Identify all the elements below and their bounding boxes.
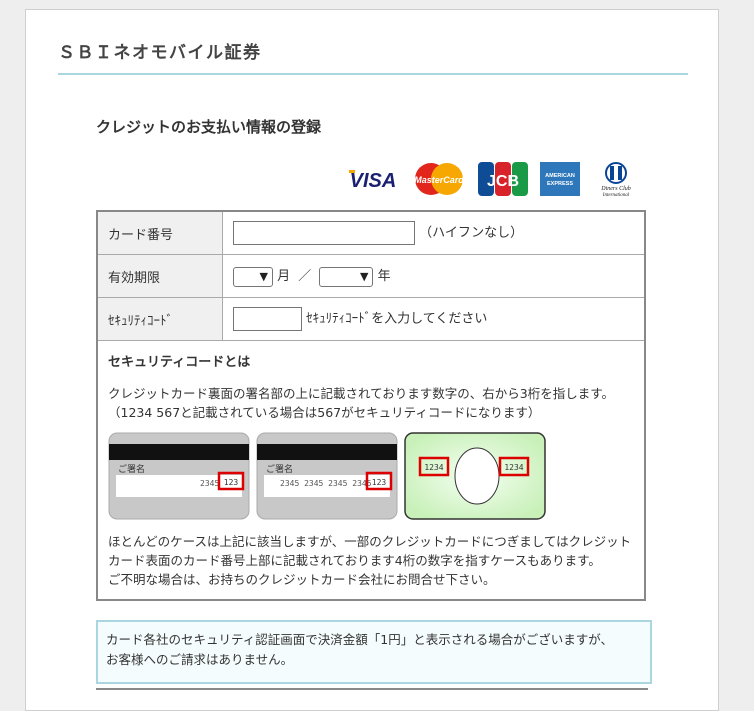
card-example-images: ご署名 2345 123 ご署名 2345 2345 2345 2345 123 bbox=[108, 432, 634, 524]
card-front-amex-example: 1234 1234 bbox=[404, 432, 546, 520]
svg-text:EXPRESS: EXPRESS bbox=[547, 181, 573, 187]
svg-text:123: 123 bbox=[224, 478, 239, 487]
security-info-heading: セキュリティコードとは bbox=[108, 355, 251, 370]
visa-logo: VISA bbox=[349, 170, 397, 192]
date-separator: ／ bbox=[298, 269, 312, 285]
security-code-row: ｾｷｭﾘﾃｨｺｰﾄﾞ ｾｷｭﾘﾃｨｺｰﾄﾞを入力してください bbox=[96, 297, 646, 341]
svg-text:JCB: JCB bbox=[487, 173, 519, 190]
notice-line-2: お客様へのご請求はありません。 bbox=[106, 652, 294, 667]
year-unit: 年 bbox=[377, 269, 391, 285]
expiry-month-select[interactable]: ▼ bbox=[233, 266, 273, 287]
amex-logo: AMERICAN EXPRESS bbox=[540, 162, 580, 196]
diners-club-logo: Diners Club International bbox=[600, 162, 631, 196]
mastercard-logo: MasterCard bbox=[410, 162, 468, 196]
card-number-hint: （ハイフンなし） bbox=[419, 225, 524, 241]
expiry-year-select[interactable]: ▼ bbox=[319, 266, 374, 287]
month-unit: 月 bbox=[277, 269, 291, 285]
svg-text:VISA: VISA bbox=[350, 170, 397, 192]
jcb-logo: JCB bbox=[478, 162, 528, 196]
svg-text:International: International bbox=[602, 193, 630, 196]
chevron-down-icon: ▼ bbox=[359, 269, 369, 283]
page-title: クレジットのお支払い情報の登録 bbox=[96, 118, 322, 136]
security-info-row: セキュリティコードとは クレジットカード裏面の署名部の上に記載されております数字… bbox=[96, 340, 646, 601]
page-container: ＳＢＩネオモバイル証券 クレジットのお支払い情報の登録 VISA MasterC… bbox=[25, 9, 719, 711]
card-back-example-2: ご署名 2345 2345 2345 2345 123 bbox=[256, 432, 398, 520]
expiry-label: 有効期限 bbox=[96, 254, 223, 298]
security-info-text-1: クレジットカード裏面の署名部の上に記載されております数字の、右から3桁を指します… bbox=[108, 386, 614, 401]
card-number-input[interactable] bbox=[233, 221, 415, 245]
security-code-hint: ｾｷｭﾘﾃｨｺｰﾄﾞを入力してください bbox=[306, 311, 488, 327]
svg-text:1234: 1234 bbox=[504, 463, 523, 472]
card-number-label: カード番号 bbox=[96, 210, 223, 255]
security-info-text-4: カード表面のカード番号上部に記載されております4桁の数字を指すケースもあります。 bbox=[108, 553, 601, 568]
svg-text:ご署名: ご署名 bbox=[266, 463, 293, 475]
site-header-title: ＳＢＩネオモバイル証券 bbox=[58, 43, 262, 63]
security-code-input[interactable] bbox=[233, 307, 302, 331]
svg-text:1234: 1234 bbox=[424, 463, 443, 472]
security-info-text-3: ほとんどのケースは上記に該当しますが、一部のクレジットカードにつぎましてはクレジ… bbox=[108, 534, 632, 549]
svg-text:2345 2345 2345 2345: 2345 2345 2345 2345 bbox=[280, 479, 372, 488]
svg-text:123: 123 bbox=[372, 478, 387, 487]
notice-line-1: カード各社のセキュリティ認証画面で決済金額「1円」と表示される場合がございますが… bbox=[106, 632, 613, 647]
bottom-divider bbox=[96, 688, 648, 690]
security-code-label: ｾｷｭﾘﾃｨｺｰﾄﾞ bbox=[96, 297, 223, 341]
card-back-example-1: ご署名 2345 123 bbox=[108, 432, 250, 520]
svg-text:2345: 2345 bbox=[200, 479, 219, 488]
card-number-row: カード番号 （ハイフンなし） bbox=[96, 210, 646, 255]
security-info-text-2: （1234 567と記載されている場合は567がセキュリティコードになります） bbox=[108, 405, 541, 420]
security-info-text-5: ご不明な場合は、お持ちのクレジットカード会社にお問合せ下さい。 bbox=[108, 572, 496, 587]
svg-text:Diners Club: Diners Club bbox=[600, 186, 631, 192]
expiry-row: 有効期限 ▼ 月 ／ ▼ 年 bbox=[96, 254, 646, 298]
payment-form-table: カード番号 （ハイフンなし） 有効期限 ▼ 月 ／ ▼ 年 ｾｷｭﾘﾃｨｺｰﾄﾞ… bbox=[96, 210, 646, 601]
svg-text:AMERICAN: AMERICAN bbox=[545, 173, 575, 179]
svg-text:MasterCard: MasterCard bbox=[414, 175, 464, 185]
header-divider bbox=[58, 73, 688, 75]
svg-text:ご署名: ご署名 bbox=[118, 463, 145, 475]
chevron-down-icon: ▼ bbox=[259, 269, 268, 283]
billing-notice-box: カード各社のセキュリティ認証画面で決済金額「1円」と表示される場合がございますが… bbox=[96, 620, 652, 684]
